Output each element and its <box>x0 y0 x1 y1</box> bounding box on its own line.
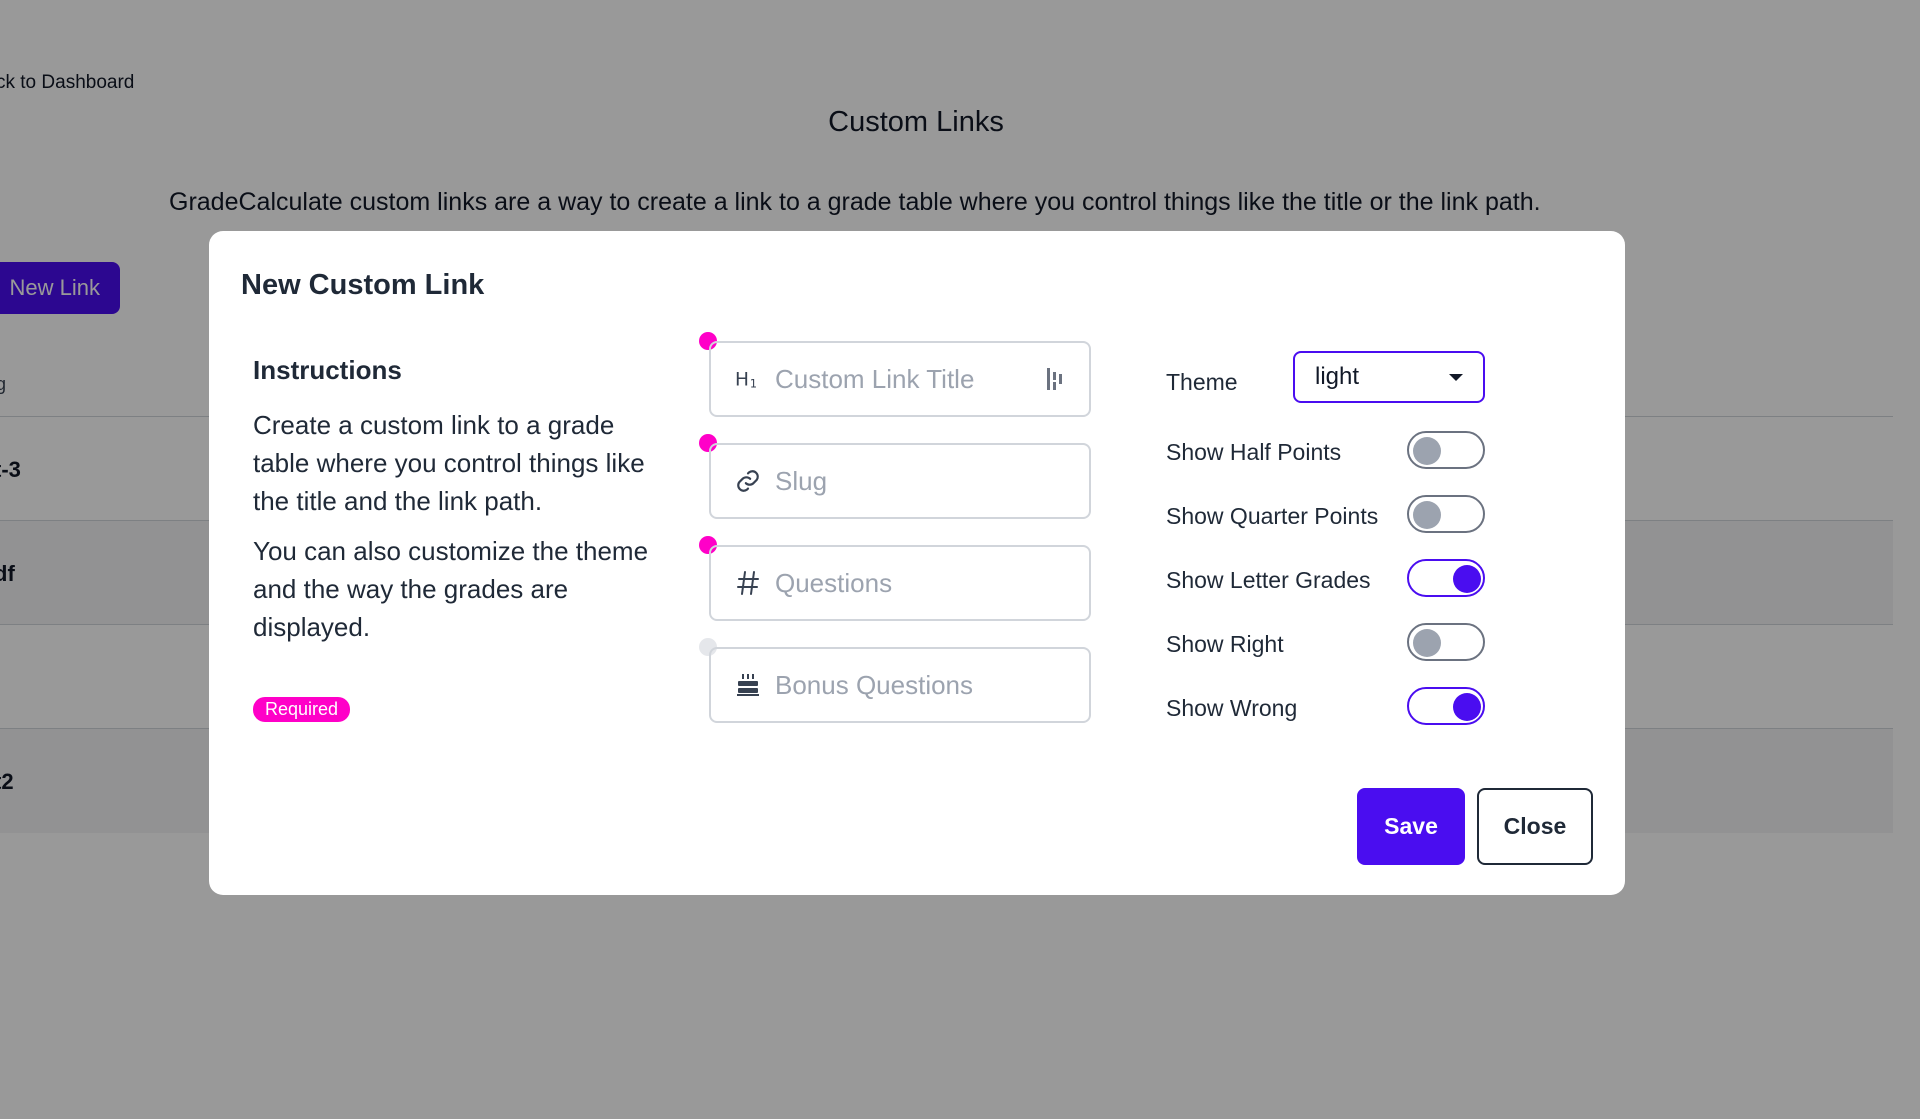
save-button[interactable]: Save <box>1357 788 1465 865</box>
field-placeholder: Bonus Questions <box>775 669 974 700</box>
questions-input[interactable]: Questions <box>709 545 1091 621</box>
field-placeholder: Questions <box>775 567 893 598</box>
field-placeholder: Custom Link Title <box>775 363 975 394</box>
toggle-label: Show Right <box>1166 631 1284 657</box>
custom-link-title-input[interactable]: H1 Custom Link Title <box>709 341 1091 417</box>
questions-field-wrap: Questions <box>699 536 1091 621</box>
bonus-questions-field-wrap: Bonus Questions <box>699 638 1091 723</box>
svg-text:H: H <box>735 370 749 391</box>
close-button[interactable]: Close <box>1477 788 1593 865</box>
theme-label: Theme <box>1166 369 1238 395</box>
toggle-label: Show Letter Grades <box>1166 567 1371 593</box>
toggle-row-quarter-points: Show Quarter Points <box>1166 495 1486 535</box>
toggle-row-show-wrong: Show Wrong <box>1166 687 1486 727</box>
new-custom-link-modal: New Custom Link Instructions Create a cu… <box>209 231 1625 895</box>
cake-icon <box>735 672 761 698</box>
svg-text:1: 1 <box>750 377 757 390</box>
show-right-toggle[interactable] <box>1407 623 1485 661</box>
custom-link-title-field-wrap: H1 Custom Link Title <box>699 332 1091 417</box>
caret-down-icon <box>1449 373 1463 381</box>
modal-title: New Custom Link <box>241 269 485 301</box>
instructions-heading: Instructions <box>253 355 402 385</box>
show-wrong-toggle[interactable] <box>1407 687 1485 725</box>
toggle-knob <box>1413 629 1441 657</box>
toggle-label: Show Quarter Points <box>1166 503 1379 529</box>
quarter-points-toggle[interactable] <box>1407 495 1485 533</box>
hash-icon <box>735 570 761 596</box>
toggle-knob <box>1413 501 1441 529</box>
toggle-knob <box>1453 693 1481 721</box>
toggle-row-letter-grades: Show Letter Grades <box>1166 559 1486 599</box>
toggle-label: Show Wrong <box>1166 695 1298 721</box>
required-badge: Required <box>253 697 351 722</box>
heading-icon: H1 <box>735 366 761 392</box>
toggle-label: Show Half Points <box>1166 439 1342 465</box>
toggle-knob <box>1453 565 1481 593</box>
letter-grades-toggle[interactable] <box>1407 559 1485 597</box>
theme-selected-value: light <box>1315 363 1360 390</box>
instructions-text: You can also customize the theme and the… <box>253 536 649 642</box>
slug-input[interactable]: Slug <box>709 443 1091 519</box>
slug-field-wrap: Slug <box>699 434 1091 519</box>
instructions-panel: Instructions Create a custom link to a g… <box>253 355 653 658</box>
bonus-questions-input[interactable]: Bonus Questions <box>709 647 1091 723</box>
toggle-row-show-right: Show Right <box>1166 623 1486 663</box>
half-points-toggle[interactable] <box>1407 431 1485 469</box>
theme-select[interactable]: light <box>1293 351 1485 403</box>
password-manager-icon[interactable] <box>1045 366 1065 392</box>
toggle-row-half-points: Show Half Points <box>1166 431 1486 471</box>
link-icon <box>735 468 761 494</box>
field-placeholder: Slug <box>775 465 828 496</box>
toggle-knob <box>1413 437 1441 465</box>
instructions-text: Create a custom link to a grade table wh… <box>253 410 645 516</box>
